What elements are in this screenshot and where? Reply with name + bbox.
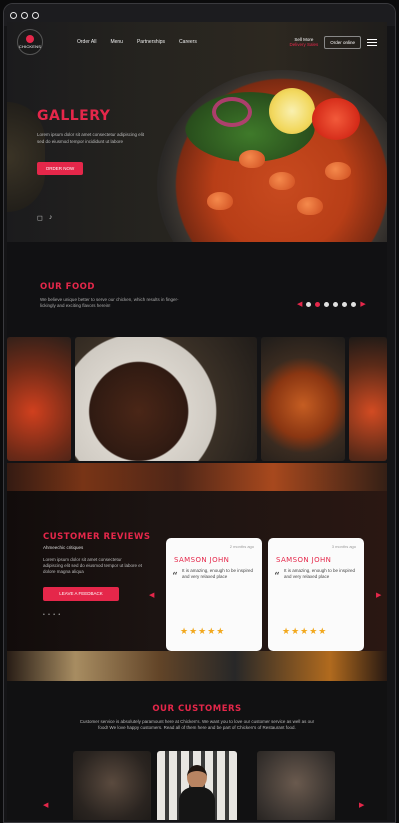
review-text: It is amazing, enough to be inspired and… [182,568,254,579]
shrimp-image [325,162,351,180]
shrimp-image [239,150,265,168]
food-carousel-controls: ◀ ▶ [297,300,366,308]
food-gallery-image[interactable] [349,337,387,461]
our-food-description: We believe unique better to serve our ch… [40,297,179,308]
reviews-description: Lorem ipsum dolor sit amet consectetur a… [43,557,143,574]
window-maximize-dot[interactable] [32,11,39,19]
reviews-prev-icon[interactable]: ◀ [149,591,154,599]
hero-description: Lorem ipsum dolor sit amet consectetur a… [37,132,145,144]
carousel-dot[interactable] [324,301,330,307]
nav-actions: Sell More Delivery Sales Order online [289,35,377,49]
carousel-dot[interactable] [333,301,339,307]
reviewer-name: SAMSON JOHN [174,556,230,564]
delivery-sales-link[interactable]: Sell More Delivery Sales [289,37,318,47]
shrimp-image [269,172,295,190]
our-food-title: OUR FOOD [40,282,95,292]
reviews-banner-image [7,651,387,681]
window-minimize-dot[interactable] [21,11,28,19]
customer-photo[interactable] [257,751,335,820]
shrimp-image [207,192,233,210]
logo-mark-icon [26,35,34,43]
customer-photo[interactable] [73,751,151,820]
order-now-button[interactable]: ORDER NOW [37,162,83,175]
customers-prev-icon[interactable]: ◀ [43,801,48,809]
customers-description: Customer service is absolutely paramount… [79,719,315,730]
customer-reviews-section: CUSTOMER REVIEWS Ahmeechic critiques Lor… [7,491,387,651]
our-food-section: OUR FOOD We believe unique better to ser… [7,242,387,337]
reviewer-name: SAMSON JOHN [276,556,332,564]
customers-title: OUR CUSTOMERS [152,704,242,714]
customer-portrait [179,765,215,820]
review-text: It is amazing, enough to be inspired and… [284,568,356,579]
our-customers-section: OUR CUSTOMERS Customer service is absolu… [7,681,387,820]
carousel-dot[interactable] [306,301,312,307]
nav-link-order-all[interactable]: Order All [77,39,96,45]
top-navigation: CHICKENS Order All Menu Partnerships Car… [7,22,387,62]
reviews-pager[interactable]: • • • • [43,612,61,618]
order-online-button[interactable]: Order online [324,35,361,49]
instagram-icon[interactable]: ◻ [37,214,43,222]
reviews-title: CUSTOMER REVIEWS [43,532,151,542]
food-gallery-strip [7,337,387,461]
carousel-next-icon[interactable]: ▶ [360,300,365,308]
reviews-subtitle: Ahmeechic critiques [43,545,84,550]
carousel-prev-icon[interactable]: ◀ [297,300,302,308]
food-gallery-image[interactable] [7,337,71,461]
nav-link-careers[interactable]: Careers [179,39,197,45]
quote-icon: “ [172,570,178,583]
reviews-next-icon[interactable]: ▶ [376,591,381,599]
logo-text: CHICKENS [18,44,42,49]
star-rating-icon: ★★★★★ [180,626,226,636]
leave-feedback-button[interactable]: LEAVE A FEEDBACK [43,587,119,601]
nav-link-partnerships[interactable]: Partnerships [137,39,165,45]
tiktok-icon[interactable]: ♪ [49,214,53,222]
hero-onion-image [212,97,252,127]
food-gallery-image[interactable] [261,337,345,461]
hero-lemon-image [269,88,315,134]
carousel-dot-active[interactable] [315,301,321,307]
brand-logo[interactable]: CHICKENS [17,29,43,55]
review-card: 3 months ago SAMSON JOHN “ It is amazing… [268,538,364,651]
review-date: 2 months ago [229,544,254,549]
nav-link-menu[interactable]: Menu [110,39,123,45]
hero-tomato-image [312,98,360,140]
food-gallery-image[interactable] [75,337,257,461]
quote-icon: “ [274,570,280,583]
star-rating-icon: ★★★★★ [282,626,328,636]
nav-links: Order All Menu Partnerships Careers [77,39,197,45]
window-close-dot[interactable] [10,11,17,19]
review-card: 2 months ago SAMSON JOHN “ It is amazing… [166,538,262,651]
customer-photo[interactable] [157,751,237,820]
food-banner-image [7,463,387,491]
hamburger-menu-icon[interactable] [367,38,377,46]
delivery-sales-bottom: Delivery Sales [289,42,319,47]
carousel-dot[interactable] [351,301,357,307]
customers-next-icon[interactable]: ▶ [359,801,364,809]
shrimp-image [297,197,323,215]
hero-title: GALLERY [37,108,111,124]
webpage: GALLERY Lorem ipsum dolor sit amet conse… [7,22,387,820]
carousel-dot[interactable] [342,301,348,307]
review-date: 3 months ago [331,544,356,549]
social-links: ◻ ♪ [37,214,52,222]
